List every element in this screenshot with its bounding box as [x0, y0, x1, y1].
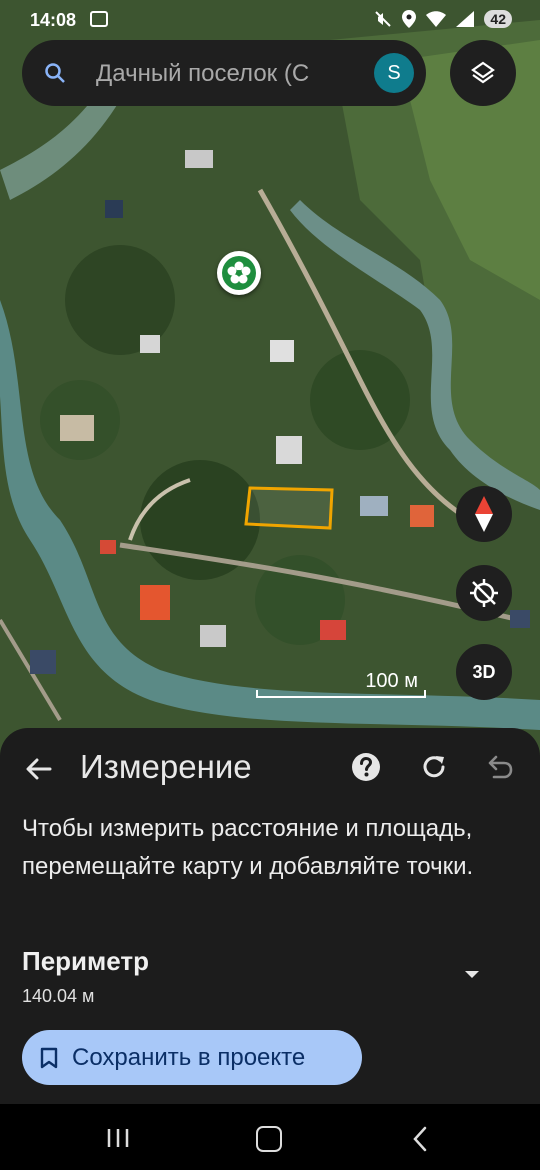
compass-button[interactable]	[456, 486, 512, 542]
help-icon[interactable]	[350, 751, 382, 783]
mute-icon	[375, 11, 392, 27]
arrow-back-icon[interactable]	[22, 752, 56, 786]
save-button-label: Сохранить в проекте	[72, 1043, 306, 1071]
recent-apps-icon[interactable]	[106, 1128, 130, 1148]
home-icon[interactable]	[256, 1126, 282, 1152]
measure-panel-header: Измерение	[0, 746, 540, 790]
chevron-down-icon[interactable]	[462, 968, 482, 980]
save-to-project-button[interactable]: Сохранить в проекте	[22, 1030, 362, 1085]
compass-icon	[475, 496, 493, 532]
bookmark-icon	[40, 1047, 58, 1068]
status-bar: 14:08 42	[0, 0, 540, 44]
map-scale: 100 м	[256, 668, 426, 704]
my-location-button[interactable]	[456, 565, 512, 621]
status-time: 14:08	[30, 10, 77, 30]
avatar[interactable]: S	[374, 53, 414, 93]
layers-icon	[471, 61, 495, 84]
system-nav-bar	[0, 1104, 540, 1170]
measure-panel: Измерение Чтобы измерить расстояние и пл…	[0, 728, 540, 1104]
place-marker[interactable]	[217, 251, 261, 295]
wifi-icon	[426, 11, 447, 27]
nav-back-icon[interactable]	[410, 1126, 430, 1152]
search-input[interactable]: Дачный поселок (С	[96, 60, 358, 88]
satellite-imagery	[0, 0, 540, 760]
battery-indicator: 42	[484, 10, 512, 28]
map-view[interactable]	[0, 0, 540, 760]
screen-record-icon	[90, 11, 108, 27]
refresh-icon[interactable]	[418, 751, 450, 783]
scale-bar	[256, 690, 426, 698]
3d-toggle-button[interactable]: 3D	[456, 644, 512, 700]
location-icon	[402, 10, 417, 28]
instructions-text: Чтобы измерить расстояние и площадь, пер…	[22, 815, 474, 880]
layers-button[interactable]	[450, 40, 516, 106]
flower-icon	[222, 256, 256, 290]
search-icon[interactable]	[44, 62, 66, 84]
undo-icon[interactable]	[484, 751, 516, 783]
panel-title: Измерение	[80, 748, 252, 785]
location-off-icon	[470, 579, 498, 607]
signal-icon	[456, 11, 475, 27]
metric-label[interactable]: Периметр	[22, 946, 149, 977]
metric-value: 140.04 м	[22, 986, 95, 1006]
search-bar[interactable]: Дачный поселок (С S	[22, 40, 426, 106]
